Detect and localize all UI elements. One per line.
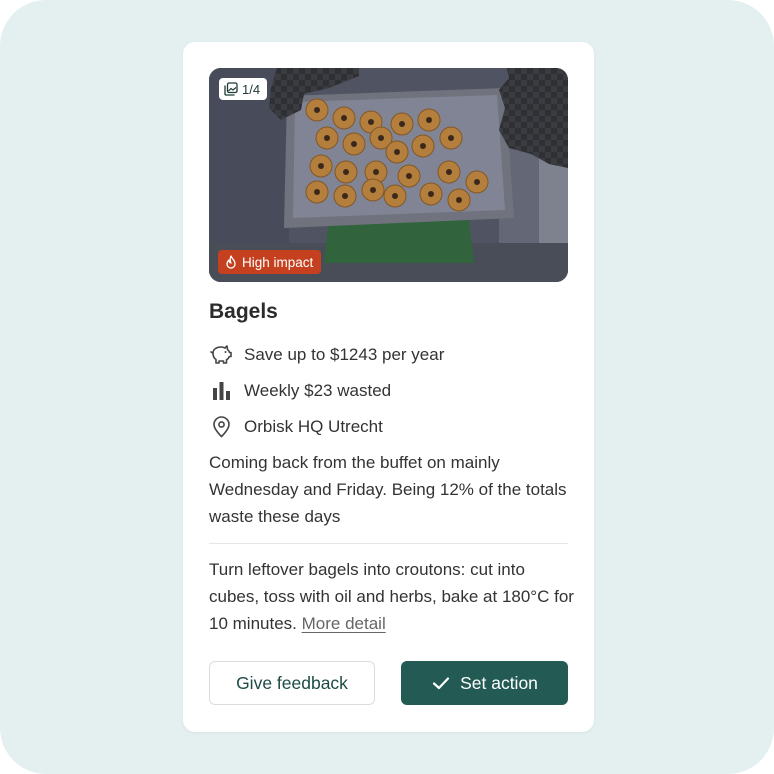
- give-feedback-label: Give feedback: [236, 672, 348, 693]
- page-background: 1/4 High impact Bagels Save up to $1243 …: [0, 0, 774, 774]
- high-impact-label: High impact: [242, 254, 314, 270]
- give-feedback-button[interactable]: Give feedback: [209, 661, 375, 705]
- weekly-waste-text: Weekly $23 wasted: [244, 380, 392, 400]
- item-title: Bagels: [209, 300, 278, 323]
- piggy-bank-icon: [209, 342, 234, 367]
- food-photo[interactable]: 1/4 High impact: [209, 68, 568, 282]
- set-action-label: Set action: [460, 672, 538, 693]
- location-text: Orbisk HQ Utrecht: [244, 416, 383, 436]
- location-pin-icon: [209, 414, 234, 439]
- gallery-icon: [224, 82, 238, 96]
- action-tip: Turn leftover bagels into croutons: cut …: [209, 556, 574, 637]
- waste-item-card: 1/4 High impact Bagels Save up to $1243 …: [183, 42, 594, 732]
- flame-icon: [226, 255, 236, 269]
- bar-chart-icon: [209, 378, 234, 403]
- action-tip-text: Turn leftover bagels into croutons: cut …: [209, 560, 574, 633]
- savings-row: Save up to $1243 per year: [209, 342, 444, 367]
- image-counter-badge: 1/4: [219, 78, 268, 100]
- waste-description: Coming back from the buffet on mainly We…: [209, 453, 567, 526]
- weekly-waste-row: Weekly $23 wasted: [209, 378, 391, 403]
- set-action-button[interactable]: Set action: [401, 661, 568, 705]
- divider: [209, 543, 568, 544]
- check-icon: [432, 677, 450, 690]
- location-row: Orbisk HQ Utrecht: [209, 414, 383, 439]
- more-detail-link[interactable]: More detail: [302, 614, 386, 633]
- high-impact-badge: High impact: [218, 250, 322, 274]
- savings-text: Save up to $1243 per year: [244, 344, 445, 364]
- image-counter-text: 1/4: [242, 81, 261, 97]
